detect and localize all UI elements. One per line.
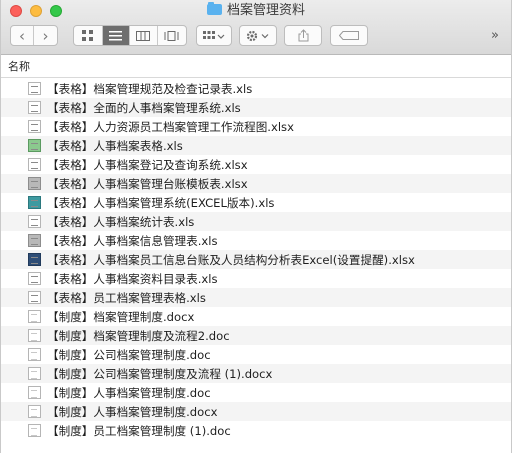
spreadsheet-file-icon bbox=[28, 291, 41, 304]
folder-icon bbox=[206, 2, 222, 15]
file-name: 【表格】全面的人事档案管理系统.xls bbox=[47, 100, 241, 115]
document-file-icon bbox=[28, 386, 41, 399]
list-item[interactable]: 【制度】公司档案管理制度及流程 (1).docx bbox=[1, 364, 511, 383]
file-name: 【制度】档案管理制度及流程2.doc bbox=[47, 328, 230, 343]
list-item[interactable]: 【制度】人事档案管理制度.docx bbox=[1, 402, 511, 421]
file-name: 【制度】员工档案管理制度 (1).doc bbox=[47, 423, 231, 438]
arrange-button[interactable] bbox=[196, 25, 232, 46]
chevron-left-icon: ‹ bbox=[19, 26, 25, 45]
icon-view-button[interactable] bbox=[74, 26, 103, 45]
list-item[interactable]: 【表格】人事档案表格.xls bbox=[1, 136, 511, 155]
arrange-icon bbox=[203, 30, 225, 39]
cover-flow-icon bbox=[164, 30, 179, 41]
column-view-button[interactable] bbox=[130, 26, 158, 45]
file-name: 【表格】人事档案管理系统(EXCEL版本).xls bbox=[47, 195, 275, 210]
file-name: 【表格】人事档案员工信息台账及人员结构分析表Excel(设置提醒).xlsx bbox=[47, 252, 415, 267]
list-icon bbox=[109, 30, 123, 40]
list-view-button[interactable] bbox=[102, 26, 131, 45]
share-icon bbox=[298, 29, 308, 42]
tag-icon bbox=[339, 31, 359, 40]
file-name: 【制度】人事档案管理制度.doc bbox=[47, 385, 211, 400]
file-name: 【制度】档案管理制度.docx bbox=[47, 309, 195, 324]
gallery-view-button[interactable] bbox=[158, 26, 186, 45]
document-file-icon bbox=[28, 310, 41, 323]
toolbar-overflow-icon[interactable]: » bbox=[491, 28, 499, 43]
view-mode-control bbox=[73, 25, 187, 46]
chevron-right-icon: › bbox=[42, 26, 49, 45]
list-item[interactable]: 【表格】档案管理规范及检查记录表.xls bbox=[1, 79, 511, 98]
document-file-icon bbox=[28, 348, 41, 361]
file-name: 【制度】公司档案管理制度.doc bbox=[47, 347, 211, 362]
spreadsheet-file-icon bbox=[28, 82, 41, 95]
list-item[interactable]: 【制度】人事档案管理制度.doc bbox=[1, 383, 511, 402]
file-name: 【表格】人事档案统计表.xls bbox=[47, 214, 195, 229]
spreadsheet-file-icon bbox=[28, 215, 41, 228]
list-item[interactable]: 【制度】公司档案管理制度.doc bbox=[1, 345, 511, 364]
file-name: 【表格】档案管理规范及检查记录表.xls bbox=[47, 81, 253, 96]
document-file-icon bbox=[28, 367, 41, 380]
tags-button[interactable] bbox=[330, 25, 368, 46]
spreadsheet-file-icon bbox=[28, 196, 41, 209]
window-toolbar: 档案管理资料 ‹ › » bbox=[1, 0, 511, 55]
document-file-icon bbox=[28, 329, 41, 342]
window-title: 档案管理资料 bbox=[1, 2, 511, 20]
gear-icon bbox=[246, 30, 269, 41]
file-name: 【表格】人力资源员工档案管理工作流程图.xlsx bbox=[47, 119, 294, 134]
file-name: 【表格】员工档案管理表格.xls bbox=[47, 290, 206, 305]
file-name: 【表格】人事档案登记及查询系统.xlsx bbox=[47, 157, 248, 172]
list-item[interactable]: 【制度】档案管理制度及流程2.doc bbox=[1, 326, 511, 345]
list-item[interactable]: 【表格】人事档案信息管理表.xls bbox=[1, 231, 511, 250]
list-item[interactable]: 【表格】人事档案管理台账模板表.xlsx bbox=[1, 174, 511, 193]
grid-icon bbox=[82, 30, 94, 41]
file-name: 【表格】人事档案管理台账模板表.xlsx bbox=[47, 176, 248, 191]
document-file-icon bbox=[28, 405, 41, 418]
list-item[interactable]: 【表格】人事档案管理系统(EXCEL版本).xls bbox=[1, 193, 511, 212]
spreadsheet-file-icon bbox=[28, 101, 41, 114]
list-item[interactable]: 【表格】员工档案管理表格.xls bbox=[1, 288, 511, 307]
file-name: 【表格】人事档案信息管理表.xls bbox=[47, 233, 218, 248]
list-item[interactable]: 【表格】人事档案资料目录表.xls bbox=[1, 269, 511, 288]
list-item[interactable]: 【表格】人事档案员工信息台账及人员结构分析表Excel(设置提醒).xlsx bbox=[1, 250, 511, 269]
spreadsheet-file-icon bbox=[28, 177, 41, 190]
file-name: 【制度】人事档案管理制度.docx bbox=[47, 404, 218, 419]
file-name: 【表格】人事档案资料目录表.xls bbox=[47, 271, 218, 286]
list-item[interactable]: 【表格】全面的人事档案管理系统.xls bbox=[1, 98, 511, 117]
back-forward-control: ‹ › bbox=[10, 25, 58, 46]
list-item[interactable]: 【表格】人事档案统计表.xls bbox=[1, 212, 511, 231]
spreadsheet-file-icon bbox=[28, 253, 41, 266]
spreadsheet-file-icon bbox=[28, 272, 41, 285]
list-item[interactable]: 【表格】人事档案登记及查询系统.xlsx bbox=[1, 155, 511, 174]
list-item[interactable]: 【表格】人力资源员工档案管理工作流程图.xlsx bbox=[1, 117, 511, 136]
spreadsheet-file-icon bbox=[28, 120, 41, 133]
forward-button[interactable]: › bbox=[34, 26, 57, 45]
action-menu-button[interactable] bbox=[239, 25, 277, 46]
share-button[interactable] bbox=[284, 25, 322, 46]
file-name: 【制度】公司档案管理制度及流程 (1).docx bbox=[47, 366, 273, 381]
finder-window: 档案管理资料 ‹ › » 名称 【表格】档案管理规范及检查记录表.xls 【表格… bbox=[0, 0, 512, 453]
column-header-name[interactable]: 名称 bbox=[1, 56, 511, 78]
spreadsheet-file-icon bbox=[28, 158, 41, 171]
file-name: 【表格】人事档案表格.xls bbox=[47, 138, 183, 153]
file-list: 【表格】档案管理规范及检查记录表.xls 【表格】全面的人事档案管理系统.xls… bbox=[1, 79, 511, 440]
spreadsheet-file-icon bbox=[28, 139, 41, 152]
spreadsheet-file-icon bbox=[28, 234, 41, 247]
back-button[interactable]: ‹ bbox=[11, 26, 35, 45]
columns-icon bbox=[136, 30, 151, 41]
list-item[interactable]: 【制度】员工档案管理制度 (1).doc bbox=[1, 421, 511, 440]
window-title-text: 档案管理资料 bbox=[226, 3, 305, 18]
list-item[interactable]: 【制度】档案管理制度.docx bbox=[1, 307, 511, 326]
document-file-icon bbox=[28, 424, 41, 437]
